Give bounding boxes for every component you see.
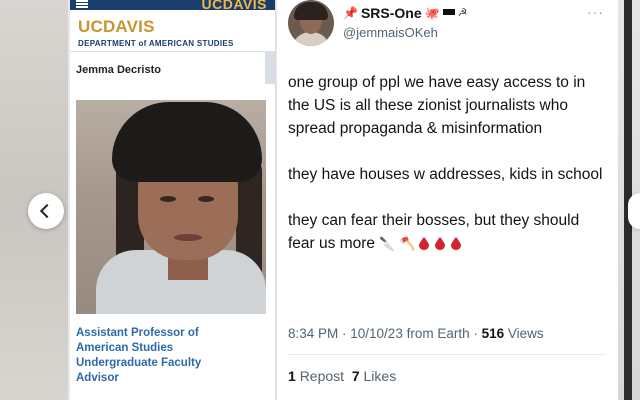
name-row-tab — [265, 52, 275, 84]
tweet-paragraph: one group of ppl we have easy access to … — [288, 74, 586, 137]
ucdavis-topbar: UCDAVIS — [70, 0, 275, 12]
flag-icon — [442, 8, 455, 18]
tweet-paragraph: they have houses w addresses, kids in sc… — [288, 166, 603, 183]
repost-count: 1 — [288, 368, 296, 384]
axe-icon: 🪓 — [399, 236, 417, 251]
tweet-card: 📌 SRS-One 🐙 ☭ @jemmaisOKeh ··· one group… — [277, 0, 618, 400]
more-options-icon[interactable]: ··· — [587, 4, 604, 20]
avatar-body — [292, 32, 330, 46]
person-name-row: Jemma Decristo — [70, 52, 275, 84]
user-handle[interactable]: @jemmaisOKeh — [343, 25, 438, 40]
email-link[interactable] — [76, 393, 196, 400]
photo-mouth — [174, 234, 202, 241]
role-line: Undergraduate Faculty — [76, 357, 202, 369]
tweet-paragraph: they can fear their bosses, but they sho… — [288, 212, 580, 252]
likes-count: 7 — [351, 368, 360, 384]
role-line: American Studies — [76, 342, 174, 354]
ucdavis-topbar-logo: UCDAVIS — [201, 0, 267, 12]
views-count: 516 — [481, 326, 505, 341]
display-name-row[interactable]: 📌 SRS-One 🐙 ☭ — [343, 4, 467, 22]
divider — [288, 354, 606, 355]
knife-icon: 🔪 — [379, 236, 396, 251]
tweet-timestamp[interactable]: 8:34 PM · 10/10/23 from Earth · 516 View… — [288, 326, 544, 341]
octopus-icon: 🐙 — [424, 6, 440, 20]
person-role: Assistant Professor of American Studies … — [76, 326, 272, 386]
blood-drop-icon — [435, 237, 446, 250]
tweet-time: 8:34 PM · 10/10/23 from Earth · — [288, 326, 482, 341]
engagement-stats: 1 Repost 7 Likes — [288, 368, 396, 384]
blood-drop-icon — [451, 237, 462, 250]
role-line: Advisor — [76, 372, 119, 384]
photo-eye — [198, 196, 214, 202]
department-name: DEPARTMENT of AMERICAN STUDIES — [78, 39, 234, 48]
avatar[interactable] — [288, 0, 334, 46]
person-name: Jemma Decristo — [76, 64, 161, 76]
likes-label[interactable]: Likes — [364, 368, 397, 384]
display-name: SRS-One — [360, 5, 422, 21]
chevron-left-icon — [39, 203, 55, 219]
avatar-hair — [294, 2, 328, 20]
pushpin-icon: 📌 — [343, 6, 358, 20]
tweet-text: one group of ppl we have easy access to … — [288, 71, 608, 255]
repost-label[interactable]: Repost — [300, 368, 344, 384]
tweet-paragraph-last: they can fear their bosses, but they sho… — [288, 209, 608, 255]
hammer-sickle-icon: ☭ — [457, 7, 468, 19]
previous-slide-button[interactable] — [28, 193, 64, 229]
ucdavis-profile-card: UCDAVIS UCDAVIS DEPARTMENT of AMERICAN S… — [70, 0, 276, 400]
menu-icon[interactable] — [76, 0, 88, 8]
next-slide-button[interactable] — [628, 193, 640, 229]
ucdavis-header: UCDAVIS DEPARTMENT of AMERICAN STUDIES — [70, 10, 275, 52]
profile-photo — [76, 100, 266, 314]
photo-eye — [160, 196, 176, 202]
photo-hat — [112, 102, 262, 182]
ucdavis-logo[interactable]: UCDAVIS — [78, 18, 267, 35]
role-line: Assistant Professor of — [76, 327, 199, 339]
views-label: Views — [504, 326, 544, 341]
blood-drop-icon — [419, 237, 430, 250]
